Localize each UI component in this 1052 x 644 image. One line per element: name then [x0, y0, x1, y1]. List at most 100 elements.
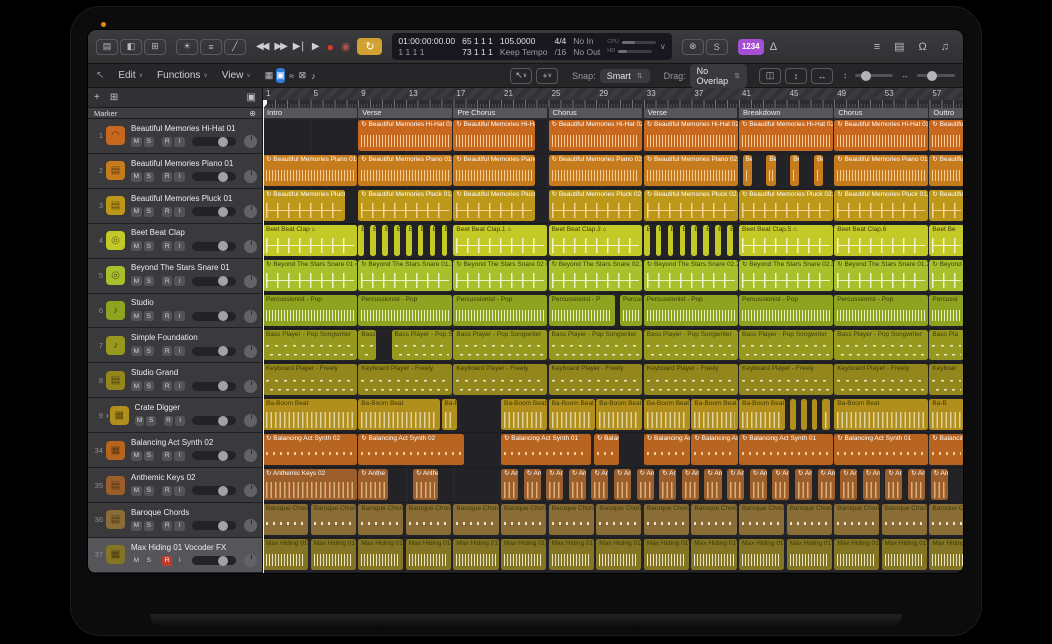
track-name[interactable]: Anthemic Keys 02 — [131, 473, 257, 482]
mute-button[interactable]: M — [131, 241, 142, 251]
region[interactable]: Beet Beat Clap.6 — [834, 225, 928, 256]
region[interactable]: Ba-Boom Beat — [834, 399, 928, 430]
record-enable-button[interactable]: R — [162, 241, 173, 251]
track-header[interactable]: 2▤Beautiful Memories Piano 01MSRI — [88, 154, 262, 189]
track-header[interactable]: 37▦Max Hiding 01 Vocoder FXMSRI — [88, 538, 262, 573]
region[interactable]: ↻ Anthe — [591, 469, 608, 500]
region[interactable]: Beet Beat Clap.5 ⌂ — [739, 225, 833, 256]
solo-button[interactable]: S — [144, 276, 155, 286]
capture-recording-button[interactable]: ◉ — [341, 40, 351, 53]
cycle-button[interactable]: ↻ — [357, 38, 382, 55]
region[interactable]: Percussionist - Pop — [739, 295, 833, 326]
drag-select[interactable]: Drag: No Overlap⇅ — [664, 64, 747, 88]
region[interactable]: B — [418, 225, 424, 256]
track-header[interactable]: 8▤Studio GrandMSRI — [88, 363, 262, 398]
shaker-icon[interactable]: ♪ — [106, 301, 125, 320]
view-menu[interactable]: View∨ — [222, 70, 251, 81]
region[interactable]: ↻ Anthe — [659, 469, 676, 500]
region[interactable]: Keyboard Player - Freely — [453, 364, 547, 395]
mute-button[interactable]: M — [131, 486, 142, 496]
region[interactable]: ↻ Beautiful Memories Pluck 01.1 — [358, 190, 452, 221]
region[interactable]: ↻ Beautiful Memories Pluck 01.2 — [834, 190, 928, 221]
input-monitor-button[interactable]: I — [175, 416, 185, 426]
track-name[interactable]: Beet Beat Clap — [131, 228, 257, 237]
track-name[interactable]: Beyond The Stars Snare 01 — [131, 263, 257, 272]
region[interactable]: ↻ Anthe — [931, 469, 948, 500]
disclosure-icon[interactable]: › — [106, 411, 109, 420]
region[interactable]: Max Hiding 01 V — [691, 539, 736, 570]
region[interactable]: Bass Pla — [929, 330, 963, 361]
region[interactable]: Max Hiding 01 V — [596, 539, 641, 570]
pointer-tool-menu[interactable]: ↖ ∨ — [510, 68, 532, 84]
region[interactable]: Bass Player - Pop Songwriter — [644, 330, 738, 361]
region[interactable]: Ba-Boom Beat — [549, 399, 595, 430]
input-monitor-button[interactable]: I — [174, 241, 185, 251]
region[interactable]: ↻ Anthe — [818, 469, 835, 500]
ruler-ticks[interactable] — [263, 100, 963, 108]
lcd-display[interactable]: 01:00:00:00.00 1 1 1 1 65 1 1 1 73 1 1 1… — [392, 33, 671, 60]
track-header[interactable]: 5◎Beyond The Stars Snare 01MSRI — [88, 259, 262, 294]
metronome-icon[interactable]: Δ — [770, 41, 777, 53]
track-header[interactable]: 6♪StudioMSRI — [88, 294, 262, 329]
region[interactable]: B — [715, 225, 721, 256]
mute-button[interactable]: M — [131, 556, 142, 566]
playhead[interactable] — [263, 100, 264, 573]
solo-button[interactable]: S — [144, 172, 155, 182]
region[interactable]: ↻ Balancing Act Synth 01 — [834, 434, 928, 465]
record-enable-button[interactable]: R — [162, 346, 173, 356]
track-header[interactable]: 36▤Baroque ChordsMSRI — [88, 503, 262, 538]
track-options-button[interactable]: ▣ — [247, 92, 256, 103]
region[interactable]: Baroque Chords — [929, 504, 963, 535]
region[interactable]: ↻ Beautiful Memories Pluck 01 — [263, 190, 345, 221]
region[interactable]: B — [703, 225, 709, 256]
flex-icon[interactable]: ♪ — [309, 68, 317, 83]
deactivate-all-icon[interactable]: ⊗ — [682, 39, 704, 55]
record-button[interactable]: ● — [327, 40, 334, 54]
volume-slider[interactable] — [192, 312, 236, 321]
track-name[interactable]: Crate Digger — [135, 403, 257, 412]
region[interactable]: ↻ Anthe — [840, 469, 857, 500]
region[interactable]: B — [430, 225, 436, 256]
solo-button[interactable]: S — [144, 207, 155, 217]
snap-select[interactable]: Snap: Smart⇅ — [572, 69, 649, 83]
region[interactable]: Percussionist - Pop — [358, 295, 452, 326]
marquee-icon[interactable]: ⊠ — [299, 68, 307, 83]
mute-button[interactable]: M — [131, 276, 142, 286]
input-monitor-button[interactable]: I — [174, 556, 185, 566]
region[interactable]: Max Hiding 01 V — [453, 539, 498, 570]
mute-button[interactable]: M — [135, 416, 145, 426]
pan-knob[interactable] — [244, 135, 257, 148]
region[interactable]: Baroque Chords — [501, 504, 546, 535]
region[interactable]: ↻ Beyond The Stars Snare 01 ∞ — [263, 260, 357, 291]
browsers-icon[interactable]: ♫ — [941, 41, 949, 53]
input-monitor-button[interactable]: I — [174, 381, 185, 391]
region[interactable]: ↻ Balancing Act — [691, 434, 737, 465]
smart-controls-icon[interactable]: ⊞ — [144, 39, 166, 55]
region[interactable]: Bass Player - Pop Songwriter — [263, 330, 357, 361]
add-track-button[interactable]: + — [94, 92, 100, 103]
volume-slider[interactable] — [192, 207, 236, 216]
rewind-button[interactable]: ◀◀ — [256, 41, 267, 52]
region[interactable]: ↻ Beyond T — [929, 260, 963, 291]
region[interactable]: Baroque Chords — [596, 504, 641, 535]
input-monitor-button[interactable]: I — [174, 276, 185, 286]
volume-slider[interactable] — [192, 242, 236, 251]
region[interactable]: ↻ Balancing Act Synth 02 — [263, 434, 357, 465]
region[interactable]: Beet Beat Clap ⌂ — [263, 225, 357, 256]
track-header[interactable]: 4◎Beet Beat ClapMSRI — [88, 224, 262, 259]
arrangement-marker[interactable]: Breakdown — [739, 108, 833, 118]
solo-button[interactable]: S — [144, 521, 155, 531]
region[interactable]: Ba-Boom Beat — [263, 399, 357, 430]
region[interactable] — [822, 399, 830, 430]
region[interactable]: ↻ Beyond The Stars Snare 02.2 — [644, 260, 738, 291]
synth-icon[interactable]: ▦ — [106, 545, 125, 564]
region[interactable]: ↻ Anthe — [413, 469, 438, 500]
input-monitor-button[interactable]: I — [174, 207, 185, 217]
region[interactable]: ↻ Anthe — [524, 469, 541, 500]
list-editors-icon[interactable]: ≡ — [874, 41, 880, 53]
vertical-zoom-slider[interactable] — [855, 74, 893, 77]
region[interactable]: ↻ Beautiful Memories Hi-Hat 02.1 — [549, 120, 643, 151]
bass-icon[interactable]: ♪ — [106, 336, 125, 355]
region[interactable]: Percussi — [929, 295, 963, 326]
record-enable-button[interactable]: R — [162, 381, 173, 391]
